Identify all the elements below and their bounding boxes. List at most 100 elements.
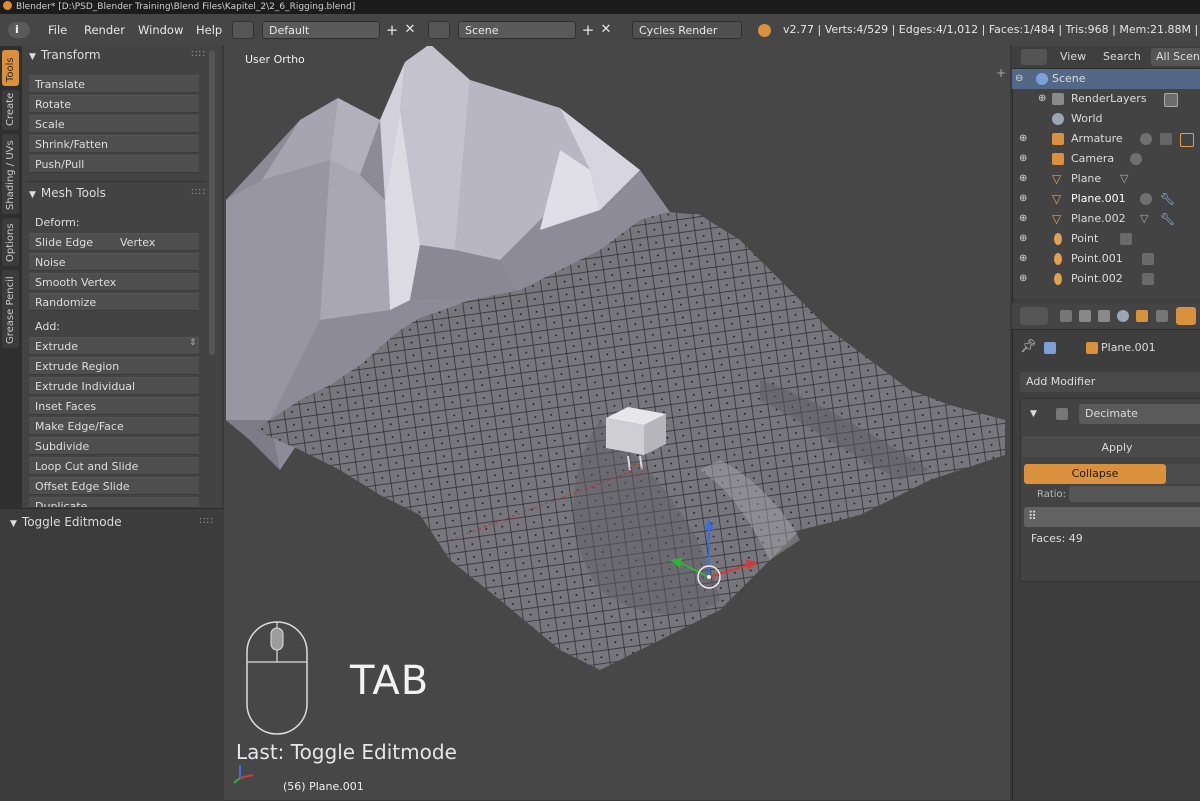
- scene-field[interactable]: Scene: [458, 21, 576, 39]
- make-edge-face-button[interactable]: Make Edge/Face: [29, 417, 199, 435]
- drag-handle-icon[interactable]: ∷∷: [191, 182, 206, 204]
- tab-shading-uvs[interactable]: Shading / UVs: [2, 134, 19, 214]
- subdivide-button[interactable]: Subdivide: [29, 437, 199, 455]
- drag-handle-icon[interactable]: ∷∷: [199, 513, 214, 531]
- menu-file[interactable]: File: [48, 23, 67, 37]
- display-mode-select[interactable]: All Scenes: [1151, 48, 1200, 66]
- menu-window[interactable]: Window: [138, 23, 183, 37]
- pose-icon: [1160, 133, 1172, 145]
- transform-panel-header[interactable]: ▼ Transform ∷∷: [22, 44, 206, 66]
- outliner-row-point[interactable]: ⊕ Point: [1012, 229, 1200, 249]
- last-operation-overlay: Last: Toggle Editmode: [236, 740, 457, 764]
- scene-stats: v2.77 | Verts:4/529 | Edges:4/1,012 | Fa…: [783, 23, 1200, 36]
- expand-icon[interactable]: ⊕: [1019, 249, 1027, 269]
- outliner-row-world[interactable]: World: [1012, 109, 1200, 129]
- screen-layout-field[interactable]: Default: [262, 21, 380, 39]
- outliner-row-armature[interactable]: ⊕ Armature: [1012, 129, 1200, 149]
- noise-button[interactable]: Noise: [29, 253, 199, 271]
- vertex-group-field[interactable]: [1024, 507, 1200, 527]
- wrench-icon: 🔧︎: [1160, 212, 1176, 226]
- view-label: User Ortho: [245, 53, 305, 66]
- extrude-region-button[interactable]: Extrude Region: [29, 357, 199, 375]
- un-subdivide-mode-button[interactable]: [1166, 464, 1200, 484]
- tab-create[interactable]: Create: [2, 90, 19, 130]
- duplicate-button[interactable]: Duplicate: [29, 497, 199, 508]
- outliner-row-plane[interactable]: ⊕ ▽ Plane ▽: [1012, 169, 1200, 189]
- outliner-row-point-002[interactable]: ⊕ Point.002: [1012, 269, 1200, 289]
- collapse-mode-button[interactable]: Collapse: [1024, 464, 1166, 484]
- outliner-view-menu[interactable]: View: [1060, 50, 1086, 63]
- expand-icon[interactable]: ⊕: [1038, 89, 1046, 109]
- modifiers-tab-icon[interactable]: [1176, 307, 1196, 325]
- mesh-tools-panel-header[interactable]: ▼ Mesh Tools ∷∷: [22, 182, 206, 204]
- armature-icon: [1052, 133, 1064, 145]
- world-icon: [1052, 113, 1064, 125]
- apply-button[interactable]: Apply: [1022, 437, 1200, 457]
- menu-render[interactable]: Render: [84, 23, 125, 37]
- outliner-row-renderlayers[interactable]: ⊕ RenderLayers: [1012, 89, 1200, 109]
- expand-icon[interactable]: ⊕: [1019, 189, 1027, 209]
- outliner-row-point-001[interactable]: ⊕ Point.001: [1012, 249, 1200, 269]
- expand-icon[interactable]: ⊕: [1019, 169, 1027, 189]
- outliner-row-plane-001[interactable]: ⊕ ▽ Plane.001 🔧︎: [1012, 189, 1200, 209]
- vertex-button[interactable]: Vertex: [114, 233, 199, 251]
- remove-scene-icon[interactable]: ✕: [597, 21, 615, 39]
- add-scene-icon[interactable]: +: [579, 21, 597, 39]
- render-tab-icon[interactable]: [1060, 310, 1072, 322]
- scale-button[interactable]: Scale: [29, 115, 199, 133]
- outliner-search-menu[interactable]: Search: [1103, 50, 1141, 63]
- info-icon[interactable]: i: [8, 22, 30, 38]
- screen-layout-icon[interactable]: [232, 21, 254, 39]
- object-tab-icon[interactable]: [1136, 310, 1148, 322]
- expand-icon[interactable]: ⊕: [1019, 129, 1027, 149]
- drag-handle-icon[interactable]: ∷∷: [191, 44, 206, 66]
- 3d-viewport[interactable]: User Ortho + TAB Last: Toggle Editmode (…: [224, 46, 1010, 800]
- menu-help[interactable]: Help: [196, 23, 222, 37]
- active-object-info: (56) Plane.001: [283, 780, 364, 793]
- translate-button[interactable]: Translate: [29, 75, 199, 93]
- slide-edge-button[interactable]: Slide Edge: [29, 233, 114, 251]
- editor-type-icon[interactable]: [1021, 49, 1047, 65]
- add-modifier-button[interactable]: Add Modifier: [1020, 372, 1200, 392]
- extrude-individual-button[interactable]: Extrude Individual: [29, 377, 199, 395]
- offset-edge-slide-button[interactable]: Offset Edge Slide: [29, 477, 199, 495]
- mesh-icon: ▽: [1052, 172, 1062, 186]
- extrude-button[interactable]: Extrude: [29, 337, 199, 355]
- smooth-vertex-button[interactable]: Smooth Vertex: [29, 273, 199, 291]
- tab-grease-pencil[interactable]: Grease Pencil: [2, 270, 19, 348]
- pin-icon[interactable]: 📌︎: [1020, 339, 1037, 354]
- editor-type-icon[interactable]: [1020, 307, 1048, 325]
- modifier-name-field[interactable]: Decimate: [1079, 404, 1200, 424]
- outliner-row-scene[interactable]: ⊖ Scene: [1012, 69, 1200, 89]
- viewport-plus-icon[interactable]: +: [996, 66, 1006, 80]
- tab-options[interactable]: Options: [2, 218, 19, 266]
- push-pull-button[interactable]: Push/Pull: [29, 155, 199, 173]
- shrink-fatten-button[interactable]: Shrink/Fatten: [29, 135, 199, 153]
- scene-tab-icon[interactable]: [1098, 310, 1110, 322]
- remove-screen-icon[interactable]: ✕: [401, 21, 419, 39]
- expand-icon[interactable]: ⊕: [1019, 269, 1027, 289]
- last-operator-header[interactable]: ▼ Toggle Editmode ∷∷: [0, 513, 218, 531]
- renderlayers-tab-icon[interactable]: [1079, 310, 1091, 322]
- ratio-slider[interactable]: [1069, 486, 1200, 502]
- tab-tools[interactable]: Tools: [2, 50, 19, 86]
- rotate-button[interactable]: Rotate: [29, 95, 199, 113]
- scene-icon[interactable]: [428, 21, 450, 39]
- mesh-data-icon: [1140, 193, 1152, 205]
- constraints-tab-icon[interactable]: [1156, 310, 1168, 322]
- outliner-row-camera[interactable]: ⊕ Camera: [1012, 149, 1200, 169]
- collapse-arrow-icon[interactable]: ▼: [1030, 409, 1037, 419]
- outliner-row-plane-002[interactable]: ⊕ ▽ Plane.002 ▽ 🔧︎: [1012, 209, 1200, 229]
- tool-shelf-scrollbar[interactable]: [209, 50, 215, 355]
- expand-icon[interactable]: ⊕: [1019, 229, 1027, 249]
- expand-icon[interactable]: ⊕: [1019, 149, 1027, 169]
- add-screen-icon[interactable]: +: [383, 21, 401, 39]
- collapse-icon[interactable]: ⊖: [1015, 69, 1023, 89]
- world-tab-icon[interactable]: [1117, 310, 1129, 322]
- armature-data-icon: [1140, 133, 1152, 145]
- inset-faces-button[interactable]: Inset Faces: [29, 397, 199, 415]
- randomize-button[interactable]: Randomize: [29, 293, 199, 311]
- expand-icon[interactable]: ⊕: [1019, 209, 1027, 229]
- render-engine-select[interactable]: Cycles Render: [632, 21, 742, 39]
- loop-cut-slide-button[interactable]: Loop Cut and Slide: [29, 457, 199, 475]
